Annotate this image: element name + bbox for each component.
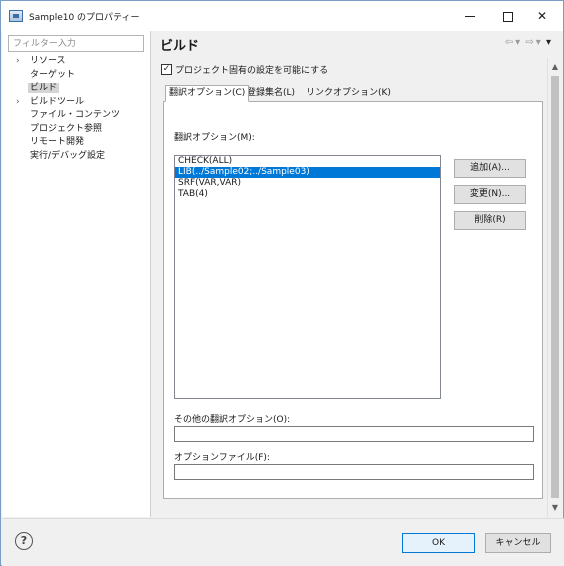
page-navigation: ⇦ ▾ ⇨ ▾ ▾ [503, 37, 551, 48]
page-header: ビルド ⇦ ▾ ⇨ ▾ ▾ [151, 31, 563, 55]
sidebar-item-file-contents[interactable]: ファイル・コンテンツ [2, 109, 150, 123]
sidebar-item-remote-development[interactable]: リモート開発 [2, 136, 150, 150]
help-icon[interactable]: ? [15, 532, 33, 550]
minimize-icon [465, 16, 475, 17]
minimize-button[interactable] [449, 1, 491, 31]
chevron-right-icon[interactable]: › [16, 96, 24, 109]
sidebar-item-label: リモート開発 [30, 137, 85, 147]
other-options-input[interactable] [174, 426, 534, 442]
property-pages-pane: › リソース ターゲット ビルド › ビルドツール ファイル・コンテンツ プロジ… [2, 31, 151, 517]
chevron-right-icon[interactable]: › [16, 55, 24, 68]
sidebar-item-label: ファイル・コンテンツ [30, 110, 121, 120]
option-file-label: オプションファイル(F): [174, 453, 270, 463]
property-page: ビルド ⇦ ▾ ⇨ ▾ ▾ ✓ プロジェクト固有の設定を可能にする 翻訳オプション(… [151, 31, 563, 517]
sidebar-item-build-tools[interactable]: › ビルドツール [2, 96, 150, 110]
list-item[interactable]: SRF(VAR,VAR) [175, 178, 440, 189]
ok-button[interactable]: OK [402, 533, 475, 553]
list-item[interactable]: CHECK(ALL) [175, 156, 440, 167]
add-button[interactable]: 追加(A)... [454, 159, 526, 178]
chevron-down-icon[interactable]: ▾ [536, 37, 541, 48]
sidebar-item-target[interactable]: ターゲット [2, 69, 150, 83]
title-bar[interactable]: Sample10 のプロパティー ✕ [1, 1, 563, 31]
back-arrow-icon[interactable]: ⇦ [505, 37, 513, 48]
cancel-button[interactable]: キャンセル [485, 533, 551, 553]
sidebar-item-label: ビルド [28, 83, 60, 93]
scroll-down-icon[interactable]: ▼ [548, 501, 562, 515]
tab-library-names[interactable]: 登録集名(L) [243, 85, 299, 101]
compile-options-list[interactable]: CHECK(ALL) LIB(../Sample02;../Sample03) … [174, 155, 441, 399]
properties-dialog: Sample10 のプロパティー ✕ › リソース ターゲット ビルド › ビル… [0, 0, 564, 566]
tab-compile-options[interactable]: 翻訳オプション(C) [165, 85, 250, 102]
sidebar-item-label: ビルドツール [30, 96, 85, 107]
sidebar-item-resource[interactable]: › リソース [2, 55, 150, 69]
close-button[interactable]: ✕ [521, 1, 563, 31]
maximize-icon [503, 11, 513, 22]
edit-button[interactable]: 変更(N)... [454, 185, 526, 204]
list-item[interactable]: TAB(4) [175, 189, 440, 200]
compile-options-panel: 翻訳オプション(M): CHECK(ALL) LIB(../Sample02;.… [163, 101, 543, 499]
sidebar-item-label: プロジェクト参照 [30, 123, 103, 134]
view-menu-icon[interactable]: ▾ [546, 37, 551, 48]
delete-button[interactable]: 削除(R) [454, 211, 526, 230]
window-title: Sample10 のプロパティー [29, 13, 140, 23]
compile-options-label: 翻訳オプション(M): [174, 133, 255, 143]
option-file-input[interactable] [174, 464, 534, 480]
tab-link-options[interactable]: リンクオプション(K) [302, 85, 395, 101]
close-icon: ✕ [536, 9, 548, 23]
enable-project-specific-checkbox[interactable]: ✓ [161, 64, 172, 75]
project-properties-icon [9, 10, 23, 22]
forward-arrow-icon[interactable]: ⇨ [525, 37, 533, 48]
dialog-footer: ? OK キャンセル [2, 518, 564, 566]
list-item[interactable]: LIB(../Sample02;../Sample03) [175, 167, 440, 178]
property-pages-tree: › リソース ターゲット ビルド › ビルドツール ファイル・コンテンツ プロジ… [2, 55, 150, 163]
filter-input[interactable] [8, 35, 144, 52]
other-options-label: その他の翻訳オプション(O): [174, 415, 291, 425]
enable-project-specific-label[interactable]: プロジェクト固有の設定を可能にする [175, 63, 328, 76]
sidebar-item-run-debug-settings[interactable]: 実行/デバッグ設定 [2, 150, 150, 164]
sidebar-item-label: ターゲット [30, 69, 76, 80]
scroll-up-icon[interactable]: ▲ [548, 60, 562, 74]
page-title: ビルド [160, 39, 200, 54]
page-content: ✓ プロジェクト固有の設定を可能にする 翻訳オプション(C) 登録集名(L) リ… [153, 58, 547, 517]
sidebar-item-label: リソース [30, 56, 66, 66]
sidebar-item-project-references[interactable]: プロジェクト参照 [2, 123, 150, 137]
scroll-thumb[interactable] [551, 76, 559, 498]
sidebar-item-build[interactable]: ビルド [2, 82, 150, 96]
sidebar-item-label: 実行/デバッグ設定 [30, 150, 106, 161]
vertical-scrollbar[interactable]: ▲ ▼ [547, 58, 561, 517]
chevron-down-icon[interactable]: ▾ [515, 37, 520, 48]
